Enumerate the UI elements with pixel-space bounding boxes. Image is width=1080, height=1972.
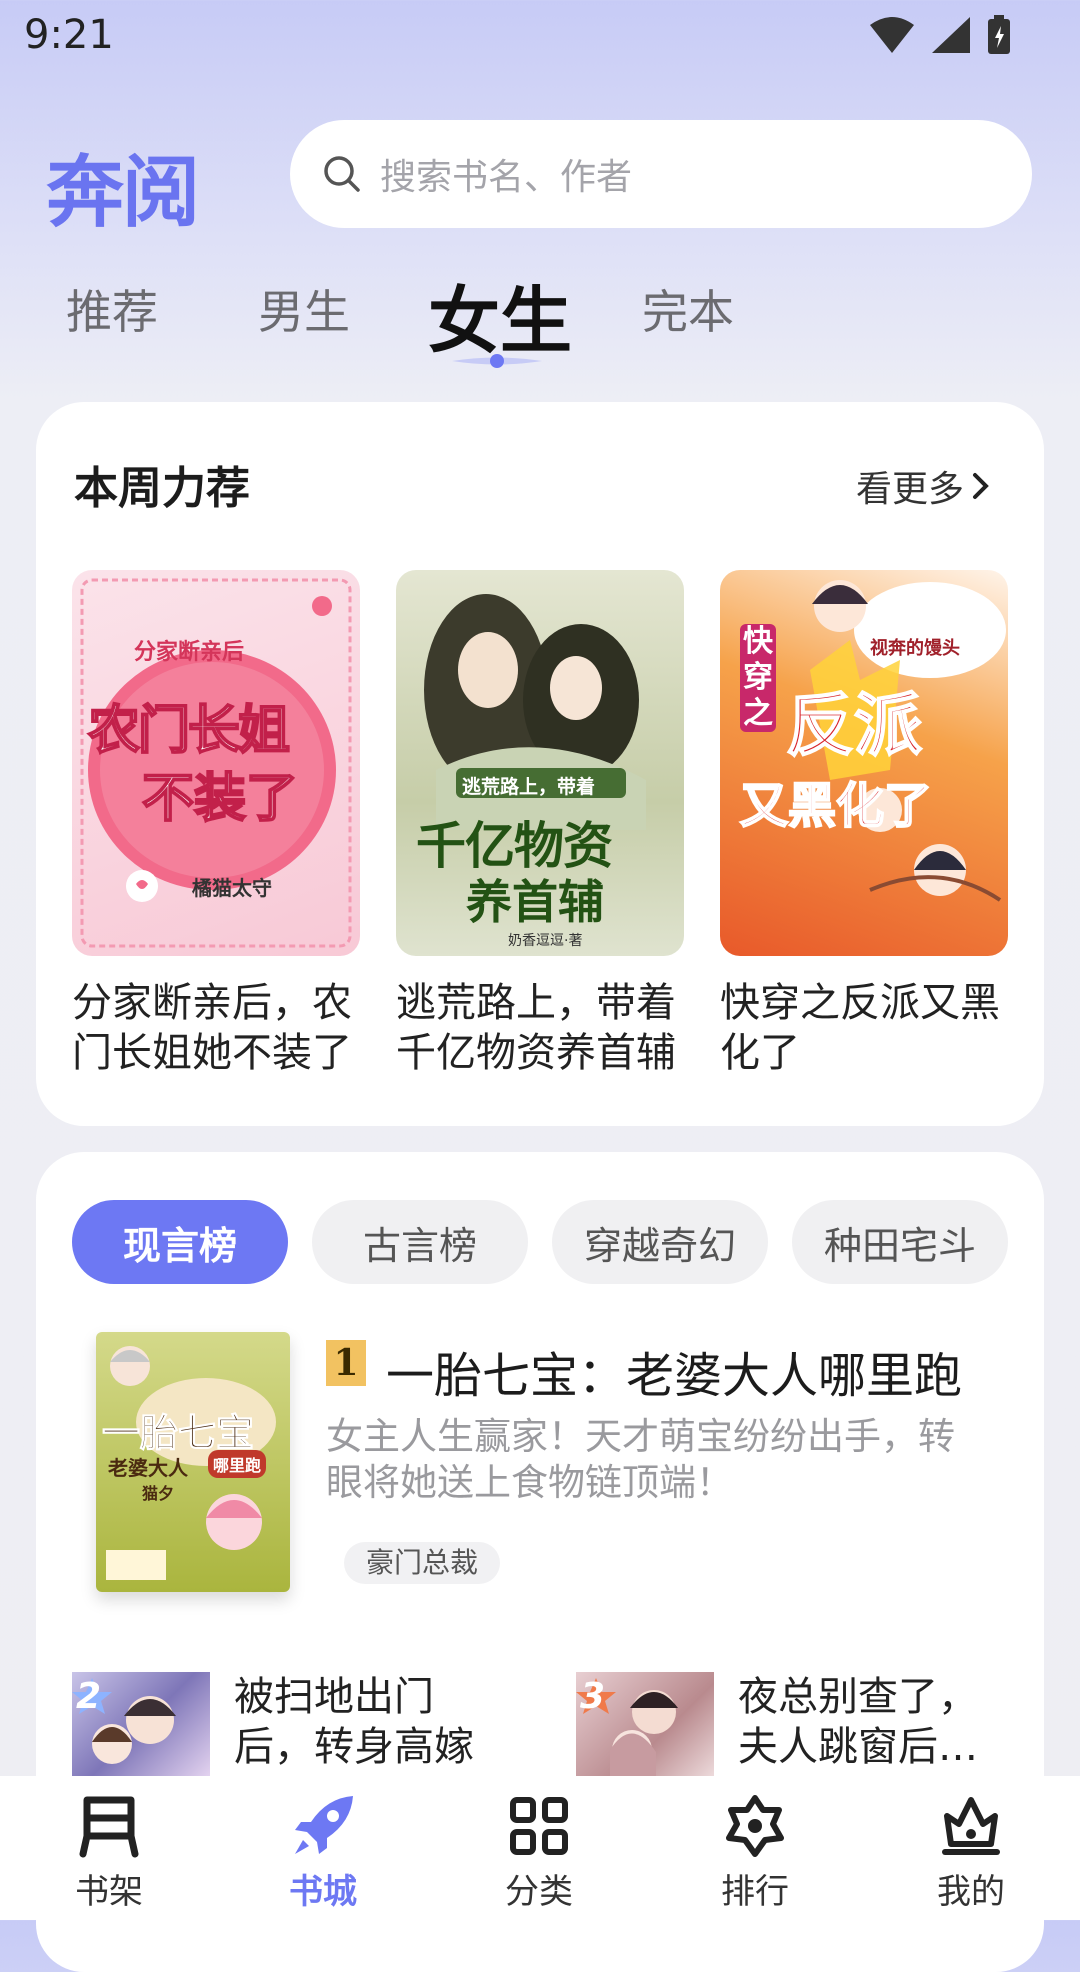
cover-text: 老婆大人 (108, 1456, 188, 1480)
cover-text: 快穿之 (740, 624, 776, 732)
tab-indicator (452, 354, 542, 368)
status-time: 9:21 (24, 12, 114, 58)
tab-female[interactable]: 女生 (428, 262, 572, 367)
profile-icon (942, 1797, 1000, 1855)
cover-text: 养首辅 (466, 875, 604, 929)
status-icons (868, 14, 1012, 56)
nav-label: 我的 (937, 1872, 1005, 1912)
nav-label: 书城 (289, 1872, 357, 1912)
book-cover: 逃荒路上，带着 千亿物资 养首辅 奶香逗逗·著 (396, 570, 684, 956)
cover-text: 农门长姐 (87, 700, 291, 762)
book-title: 快穿之反派又黑化了 (720, 980, 1000, 1076)
book-cover: 分家断亲后 农门长姐 不装了 橘猫太守 (72, 570, 360, 956)
wifi-icon (870, 17, 914, 53)
book-title: 分家断亲后，农门长姐她不装了 (72, 980, 352, 1076)
cover-text: 哪里跑 (208, 1450, 267, 1478)
book-card[interactable]: 快穿之 反派 又黑化了 视奔的馒头 快穿之反派又黑化了 (720, 570, 1008, 1078)
rank-cover: 2 (72, 1672, 210, 1782)
nav-ranking[interactable]: 排行 (690, 1794, 820, 1913)
nav-label: 分类 (505, 1872, 573, 1912)
nav-bookshelf[interactable]: 书架 (44, 1794, 174, 1913)
bookshelf-icon (79, 1796, 139, 1858)
cover-text: 分家断亲后 (134, 640, 245, 665)
app-logo: 奔阅 (46, 148, 200, 238)
rank-title: 被扫地出门后，转身高嫁 (234, 1674, 474, 1770)
weekly-picks-title: 本周力荐 (74, 463, 250, 514)
book-card[interactable]: 分家断亲后 农门长姐 不装了 橘猫太守 分家断亲后，农门长姐她不装了 (72, 570, 360, 1078)
signal-icon (932, 17, 970, 53)
genre-tag[interactable]: 豪门总裁 (344, 1542, 501, 1584)
cover-text: 猫夕 (142, 1484, 175, 1503)
chip-ancient-romance[interactable]: 古言榜 (312, 1200, 528, 1284)
search-icon (324, 156, 360, 192)
rank-item[interactable]: 2 被扫地出门后，转身高嫁 (72, 1672, 512, 1782)
nav-profile[interactable]: 我的 (906, 1794, 1036, 1913)
cover-text: 橘猫太守 (192, 876, 272, 900)
rank-title: 夜总别查了，夫人跳窗后跑了 (738, 1674, 978, 1770)
nav-category[interactable]: 分类 (474, 1794, 604, 1913)
cover-text: 反派 (785, 686, 923, 767)
top1-cover[interactable]: 一胎七宝 老婆大人 哪里跑 猫夕 (96, 1332, 290, 1592)
cover-text: 奶香逗逗·著 (508, 933, 583, 949)
book-card[interactable]: 逃荒路上，带着 千亿物资 养首辅 奶香逗逗·著 逃荒路上，带着千亿物资养首辅 (396, 570, 684, 1078)
rank-cover: 3 (576, 1672, 714, 1782)
chip-farming[interactable]: 种田宅斗 (792, 1200, 1008, 1284)
nav-bookstore[interactable]: 书城 (258, 1794, 388, 1913)
rank-number: 2 (76, 1676, 102, 1717)
book-cover: 快穿之 反派 又黑化了 视奔的馒头 (720, 570, 1008, 956)
bottom-nav: 书架 书城 分类 排行 我的 (0, 1776, 1080, 1920)
cover-text: 一胎七宝 (101, 1411, 255, 1456)
see-more-label: 看更多 (855, 469, 964, 510)
cover-text: 又黑化了 (739, 777, 933, 835)
tab-completed[interactable]: 完本 (642, 276, 734, 342)
cover-text: 视奔的馒头 (870, 638, 960, 659)
status-bar: 9:21 (0, 0, 1080, 80)
tab-male[interactable]: 男生 (258, 276, 350, 342)
chip-time-travel[interactable]: 穿越奇幻 (552, 1200, 768, 1284)
cover-text: 不装了 (141, 768, 299, 830)
cover-text: 逃荒路上，带着 (462, 776, 596, 798)
see-more-link[interactable]: 看更多 (856, 460, 992, 512)
chevron-right-icon (973, 473, 989, 499)
rank-number: 3 (580, 1676, 606, 1717)
search-bar[interactable]: 搜索书名、作者 (290, 120, 1032, 228)
rank-star-icon (726, 1795, 784, 1857)
tab-recommend[interactable]: 推荐 (66, 276, 158, 342)
weekly-picks-card: 本周力荐 看更多 分家断亲后 农门长姐 不装了 橘猫太守 分家断亲后，农门长姐她… (36, 402, 1044, 1126)
nav-label: 排行 (721, 1872, 789, 1912)
chip-modern-romance[interactable]: 现言榜 (72, 1200, 288, 1284)
search-placeholder: 搜索书名、作者 (380, 157, 633, 198)
nav-label: 书架 (75, 1872, 143, 1912)
rocket-icon (295, 1796, 353, 1854)
battery-icon (988, 15, 1010, 54)
book-title: 逃荒路上，带着千亿物资养首辅 (396, 980, 676, 1076)
top1-title[interactable]: 一胎七宝：老婆大人哪里跑 (386, 1336, 962, 1406)
grid-icon (510, 1797, 568, 1855)
rank-badge-1: 1 (326, 1340, 366, 1386)
top1-description: 女主人生赢家！天才萌宝纷纷出手，转眼将她送上食物链顶端！ (326, 1415, 955, 1504)
rank-item[interactable]: 3 夜总别查了，夫人跳窗后跑了 (576, 1672, 1016, 1782)
